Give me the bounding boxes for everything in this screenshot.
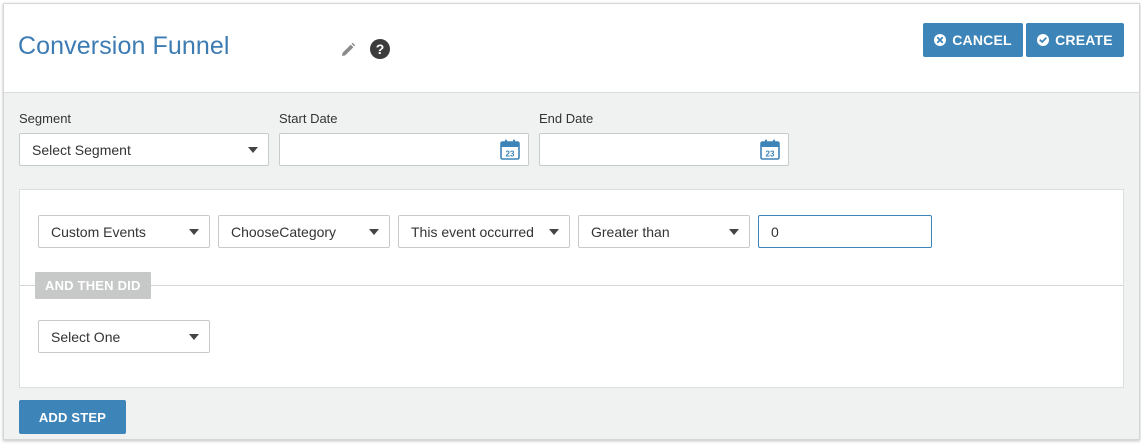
event-type-value: Custom Events [51, 223, 146, 240]
start-date-input[interactable]: 23 [279, 133, 529, 166]
caret-down-icon [549, 229, 559, 235]
next-event-value: Select One [51, 328, 121, 345]
svg-text:23: 23 [766, 150, 775, 159]
add-step-label: ADD STEP [38, 409, 107, 425]
start-date-label: Start Date [279, 111, 338, 126]
cancel-button-label: CANCEL [952, 32, 1012, 48]
event-type-select[interactable]: Custom Events [38, 215, 210, 248]
caret-down-icon [189, 229, 199, 235]
pencil-icon[interactable] [340, 42, 356, 58]
event-name-value: ChooseCategory [231, 223, 337, 240]
create-button[interactable]: CREATE [1026, 23, 1124, 57]
threshold-input[interactable] [758, 215, 932, 248]
add-step-button[interactable]: ADD STEP [19, 400, 126, 434]
svg-text:23: 23 [506, 150, 515, 159]
caret-down-icon [729, 229, 739, 235]
help-icon[interactable]: ? [370, 39, 390, 59]
cancel-button[interactable]: CANCEL [923, 23, 1023, 57]
event-name-select[interactable]: ChooseCategory [218, 215, 390, 248]
end-date-label: End Date [539, 111, 594, 126]
page-title: Conversion Funnel [18, 32, 230, 60]
caret-down-icon [369, 229, 379, 235]
funnel-step-panel: Custom Events ChooseCategory This event … [19, 189, 1124, 388]
condition-value: This event occurred [411, 223, 534, 240]
create-button-label: CREATE [1055, 32, 1113, 48]
comparator-select[interactable]: Greater than [578, 215, 750, 248]
next-event-select[interactable]: Select One [38, 320, 210, 353]
segment-select-value: Select Segment [32, 141, 131, 158]
check-circle-icon [1037, 34, 1050, 46]
segment-select[interactable]: Select Segment [19, 133, 269, 166]
segment-label: Segment [19, 111, 72, 126]
condition-select[interactable]: This event occurred [398, 215, 570, 248]
step-divider [20, 285, 1123, 286]
caret-down-icon [189, 334, 199, 340]
caret-down-icon [248, 147, 258, 153]
end-date-input[interactable]: 23 [539, 133, 789, 166]
calendar-icon[interactable]: 23 [500, 139, 520, 160]
calendar-icon[interactable]: 23 [760, 139, 780, 160]
header-bar: Conversion Funnel ? CANCEL CREATE [4, 4, 1139, 93]
cancel-circle-icon [934, 34, 947, 46]
comparator-value: Greater than [591, 223, 670, 240]
funnel-editor: Conversion Funnel ? CANCEL CREATE Segmen… [3, 3, 1140, 440]
connector-tag: AND THEN DID [35, 272, 151, 299]
